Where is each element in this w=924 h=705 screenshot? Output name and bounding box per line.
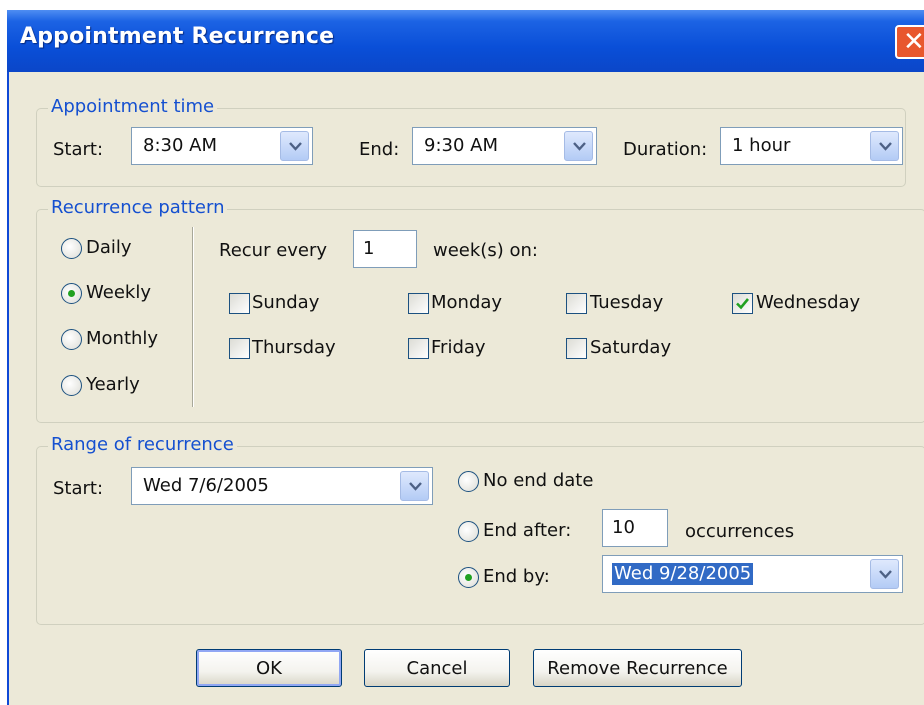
range-start-dropdown[interactable]: Wed 7/6/2005 [131,467,433,505]
occurrences-label: occurrences [685,521,795,542]
dialog-window: Appointment Recurrence ✕ Appointment tim… [7,10,924,705]
monday-checkbox[interactable] [408,293,429,314]
daily-radio[interactable] [61,238,82,259]
start-time-label: Start: [53,139,104,160]
end-after-label[interactable]: End after: [483,520,571,542]
appointment-time-label: Appointment time [48,96,218,118]
start-time-value: 8:30 AM [143,135,217,156]
yearly-label[interactable]: Yearly [86,374,140,396]
end-time-label: End: [359,139,400,160]
chevron-down-icon [409,482,422,491]
recur-every-value: 1 [363,238,375,259]
monday-label[interactable]: Monday [431,292,502,314]
end-by-value: Wed 9/28/2005 [612,563,754,585]
thursday-checkbox[interactable] [229,338,250,359]
duration-label: Duration: [623,139,708,160]
remove-recurrence-button-label: Remove Recurrence [547,658,728,679]
range-start-dropdown-arrow[interactable] [400,471,429,501]
title-bar[interactable]: Appointment Recurrence ✕ [7,10,924,72]
radio-selected-dot [465,574,472,581]
sunday-checkbox[interactable] [229,293,250,314]
chevron-down-icon [573,142,586,151]
weeks-on-label: week(s) on: [433,240,538,261]
recur-every-input[interactable]: 1 [353,230,417,268]
thursday-label[interactable]: Thursday [252,337,336,359]
end-time-dropdown[interactable]: 9:30 AM [412,127,597,165]
end-by-dropdown-arrow[interactable] [870,559,899,589]
wednesday-checkbox[interactable] [732,293,753,314]
end-after-radio[interactable] [458,521,479,542]
range-start-label: Start: [53,478,104,499]
friday-checkbox[interactable] [408,338,429,359]
weekly-radio[interactable] [61,283,82,304]
end-time-value: 9:30 AM [424,135,498,156]
end-by-radio[interactable] [458,567,479,588]
end-after-value: 10 [612,517,635,538]
ok-button[interactable]: OK [196,649,342,687]
end-by-dropdown[interactable]: Wed 9/28/2005 [602,555,903,593]
remove-recurrence-button[interactable]: Remove Recurrence [533,649,742,687]
tuesday-checkbox[interactable] [566,293,587,314]
recur-every-label: Recur every [219,240,328,261]
cancel-button-label: Cancel [406,658,468,679]
end-after-input[interactable]: 10 [602,509,668,547]
range-of-recurrence-label: Range of recurrence [48,434,237,456]
recurrence-pattern-label: Recurrence pattern [48,197,228,219]
start-time-dropdown-arrow[interactable] [280,131,309,161]
end-time-dropdown-arrow[interactable] [564,131,593,161]
range-start-value: Wed 7/6/2005 [143,475,269,496]
monthly-label[interactable]: Monthly [86,328,158,350]
end-by-label[interactable]: End by: [483,566,550,588]
tuesday-label[interactable]: Tuesday [590,292,663,314]
friday-label[interactable]: Friday [431,337,486,359]
duration-dropdown-arrow[interactable] [870,131,899,161]
no-end-date-label[interactable]: No end date [483,470,593,492]
window-title: Appointment Recurrence [20,24,335,49]
sunday-label[interactable]: Sunday [252,292,319,314]
weekly-label[interactable]: Weekly [86,282,151,304]
ok-button-label: OK [256,658,282,679]
checkmark-icon [736,298,750,310]
start-time-dropdown[interactable]: 8:30 AM [131,127,313,165]
monthly-radio[interactable] [61,329,82,350]
close-button[interactable]: ✕ [895,25,924,59]
close-icon: ✕ [903,27,924,57]
duration-dropdown[interactable]: 1 hour [720,127,903,165]
yearly-radio[interactable] [61,375,82,396]
chevron-down-icon [879,570,892,579]
no-end-date-radio[interactable] [458,471,479,492]
wednesday-label[interactable]: Wednesday [756,292,860,314]
pattern-separator [192,227,193,407]
saturday-checkbox[interactable] [566,338,587,359]
daily-label[interactable]: Daily [86,237,132,259]
radio-selected-dot [68,290,75,297]
chevron-down-icon [289,142,302,151]
saturday-label[interactable]: Saturday [590,337,671,359]
dialog-body: Appointment time Start: 8:30 AM End: 9:3… [9,72,924,705]
duration-value: 1 hour [732,135,791,156]
chevron-down-icon [879,142,892,151]
cancel-button[interactable]: Cancel [364,649,510,687]
